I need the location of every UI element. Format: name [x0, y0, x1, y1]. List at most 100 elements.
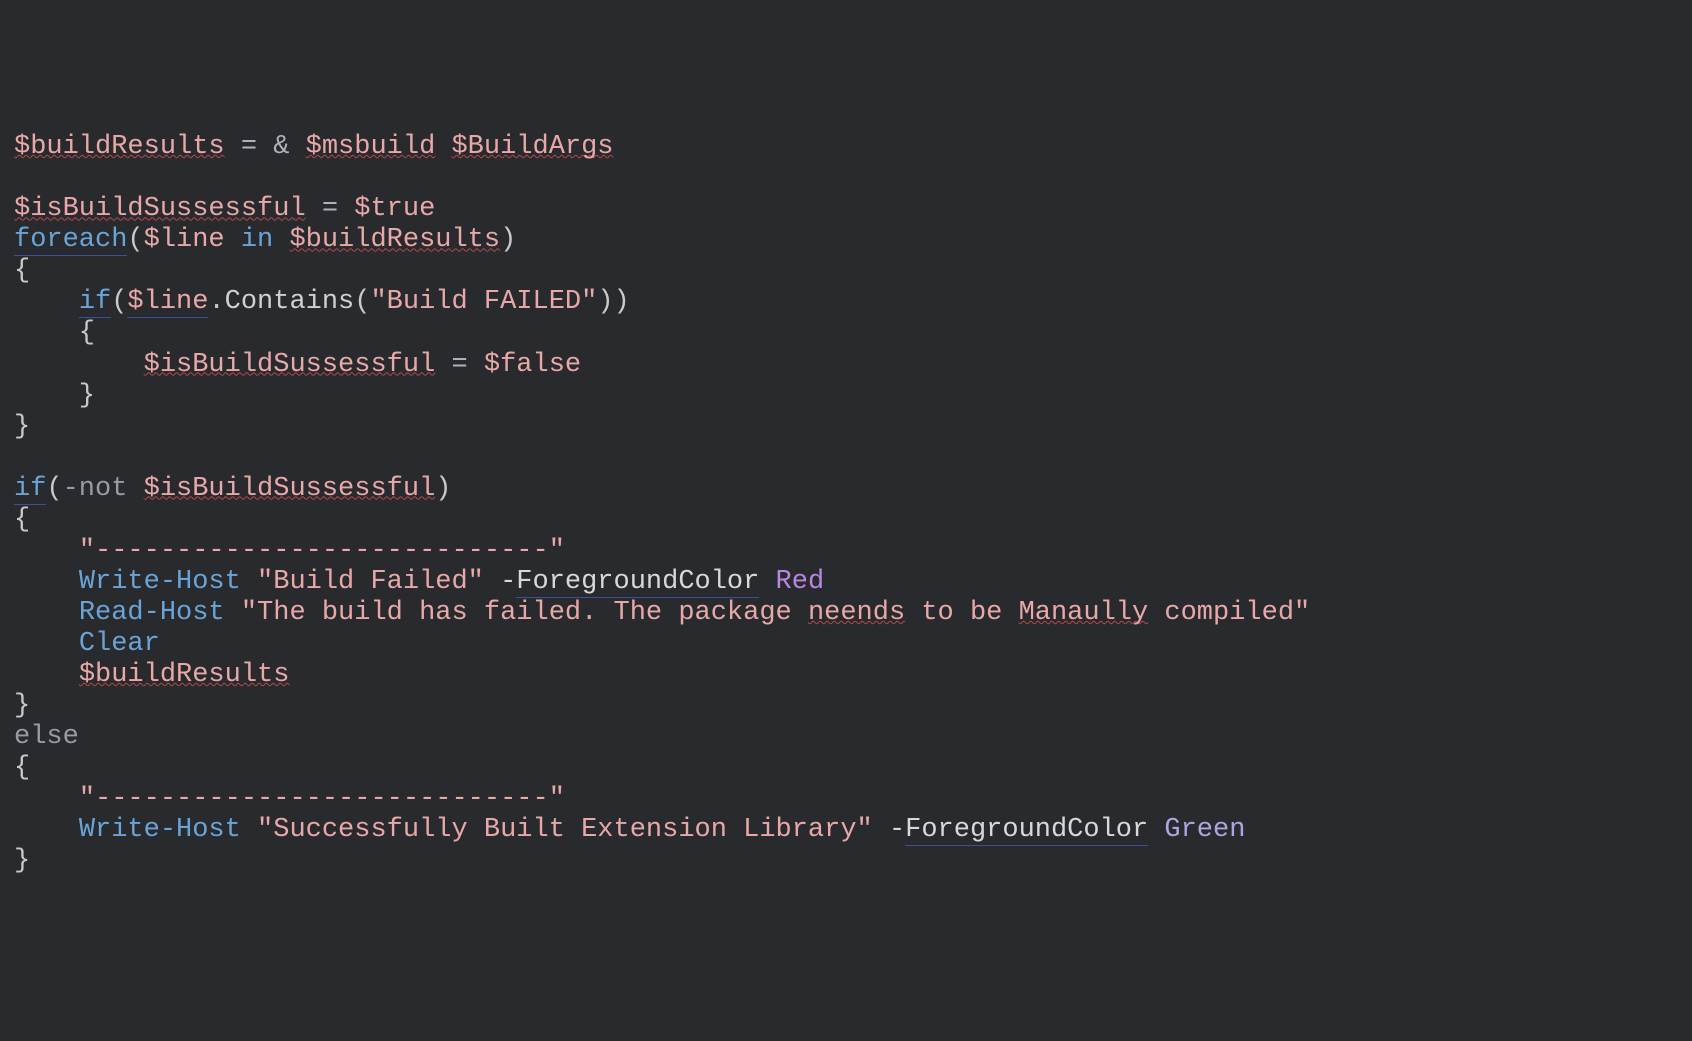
code-token: $isBuildSussessful — [144, 474, 436, 504]
code-block[interactable]: $buildResults = & $msbuild $BuildArgs $i… — [14, 132, 1678, 877]
code-token — [127, 474, 143, 504]
code-token — [14, 784, 79, 814]
code-token: { — [14, 753, 30, 783]
code-token: "Build Failed" — [257, 567, 484, 597]
code-token: $buildResults — [14, 132, 225, 162]
code-token: = — [322, 194, 338, 224]
code-token: ( — [354, 287, 370, 317]
code-line[interactable]: $isBuildSussessful = $true — [14, 194, 1678, 225]
code-line[interactable]: Write-Host "Build Failed" -ForegroundCol… — [14, 567, 1678, 598]
code-token: "The build has failed. The package — [241, 598, 808, 628]
code-token: ForegroundColor — [905, 815, 1148, 846]
code-token: $buildResults — [79, 660, 290, 690]
code-line[interactable]: else — [14, 722, 1678, 753]
code-token: if — [14, 474, 46, 505]
code-line[interactable]: Write-Host "Successfully Built Extension… — [14, 815, 1678, 846]
code-token — [435, 132, 451, 162]
code-token: else — [14, 722, 79, 752]
code-token — [241, 815, 257, 845]
code-token: $isBuildSussessful — [144, 350, 436, 380]
code-line[interactable]: Clear — [14, 629, 1678, 660]
code-token: $msbuild — [306, 132, 436, 162]
code-token — [484, 567, 500, 597]
code-token: $buildResults — [289, 225, 500, 255]
code-token — [435, 350, 451, 380]
code-token: - — [500, 567, 516, 597]
code-token: - — [889, 815, 905, 845]
code-line[interactable]: if($line.Contains("Build FAILED")) — [14, 287, 1678, 318]
code-token — [289, 132, 305, 162]
code-token — [14, 287, 79, 317]
code-token — [14, 567, 79, 597]
code-line[interactable]: { — [14, 505, 1678, 536]
code-token: $isBuildSussessful — [14, 194, 306, 224]
code-token: . — [208, 287, 224, 317]
code-token: in — [241, 225, 273, 255]
code-token — [225, 598, 241, 628]
code-token: { — [14, 256, 30, 286]
code-token: } — [14, 381, 95, 411]
code-token — [1148, 815, 1164, 845]
code-token: ForegroundColor — [516, 567, 759, 598]
code-token: )) — [597, 287, 629, 317]
code-token — [14, 536, 79, 566]
code-line[interactable]: { — [14, 753, 1678, 784]
code-line[interactable]: } — [14, 412, 1678, 443]
code-token: compiled" — [1148, 598, 1310, 628]
code-token: = — [451, 350, 467, 380]
code-token — [338, 194, 354, 224]
code-line[interactable]: if(-not $isBuildSussessful) — [14, 474, 1678, 505]
code-token: -not — [63, 474, 128, 504]
code-token — [273, 225, 289, 255]
code-token: ) — [500, 225, 516, 255]
code-token: ( — [127, 225, 143, 255]
code-token: "----------------------------" — [79, 536, 565, 566]
code-token — [14, 815, 79, 845]
code-token: Write-Host — [79, 567, 241, 597]
code-token: "Successfully Built Extension Library" — [257, 815, 873, 845]
code-token — [225, 225, 241, 255]
code-editor[interactable]: { "lines": [ [ {"t":"$buildResults","c":… — [0, 0, 1692, 1041]
code-token: Read-Host — [79, 598, 225, 628]
code-token: $BuildArgs — [451, 132, 613, 162]
code-token — [306, 194, 322, 224]
code-line[interactable]: } — [14, 846, 1678, 877]
code-line[interactable]: Read-Host "The build has failed. The pac… — [14, 598, 1678, 629]
code-line[interactable]: { — [14, 256, 1678, 287]
code-line[interactable]: "----------------------------" — [14, 536, 1678, 567]
code-token: to be — [905, 598, 1018, 628]
code-token — [14, 598, 79, 628]
code-token — [225, 132, 241, 162]
code-token: = — [241, 132, 257, 162]
code-token: } — [14, 412, 30, 442]
code-line[interactable]: } — [14, 691, 1678, 722]
code-token — [241, 567, 257, 597]
code-line[interactable]: $buildResults = & $msbuild $BuildArgs — [14, 132, 1678, 163]
code-token: neends — [808, 598, 905, 628]
code-token: $true — [354, 194, 435, 224]
code-line[interactable]: $isBuildSussessful = $false — [14, 350, 1678, 381]
code-token — [759, 567, 775, 597]
code-line[interactable]: } — [14, 381, 1678, 412]
code-token: Green — [1164, 815, 1245, 845]
code-token: $line — [144, 225, 225, 255]
code-token — [14, 660, 79, 690]
code-token: "Build FAILED" — [370, 287, 597, 317]
code-token: { — [14, 505, 30, 535]
code-line[interactable]: { — [14, 318, 1678, 349]
code-line[interactable]: $buildResults — [14, 660, 1678, 691]
code-token: } — [14, 691, 30, 721]
code-token: & — [273, 132, 289, 162]
code-token: Red — [776, 567, 825, 597]
code-token: "----------------------------" — [79, 784, 565, 814]
code-token: Contains — [225, 287, 355, 317]
code-line[interactable] — [14, 163, 1678, 194]
code-token: if — [79, 287, 111, 318]
code-line[interactable] — [14, 443, 1678, 474]
code-line[interactable]: "----------------------------" — [14, 784, 1678, 815]
code-token — [468, 350, 484, 380]
code-token: ( — [111, 287, 127, 317]
code-token: ( — [46, 474, 62, 504]
code-line[interactable]: foreach($line in $buildResults) — [14, 225, 1678, 256]
code-token — [257, 132, 273, 162]
